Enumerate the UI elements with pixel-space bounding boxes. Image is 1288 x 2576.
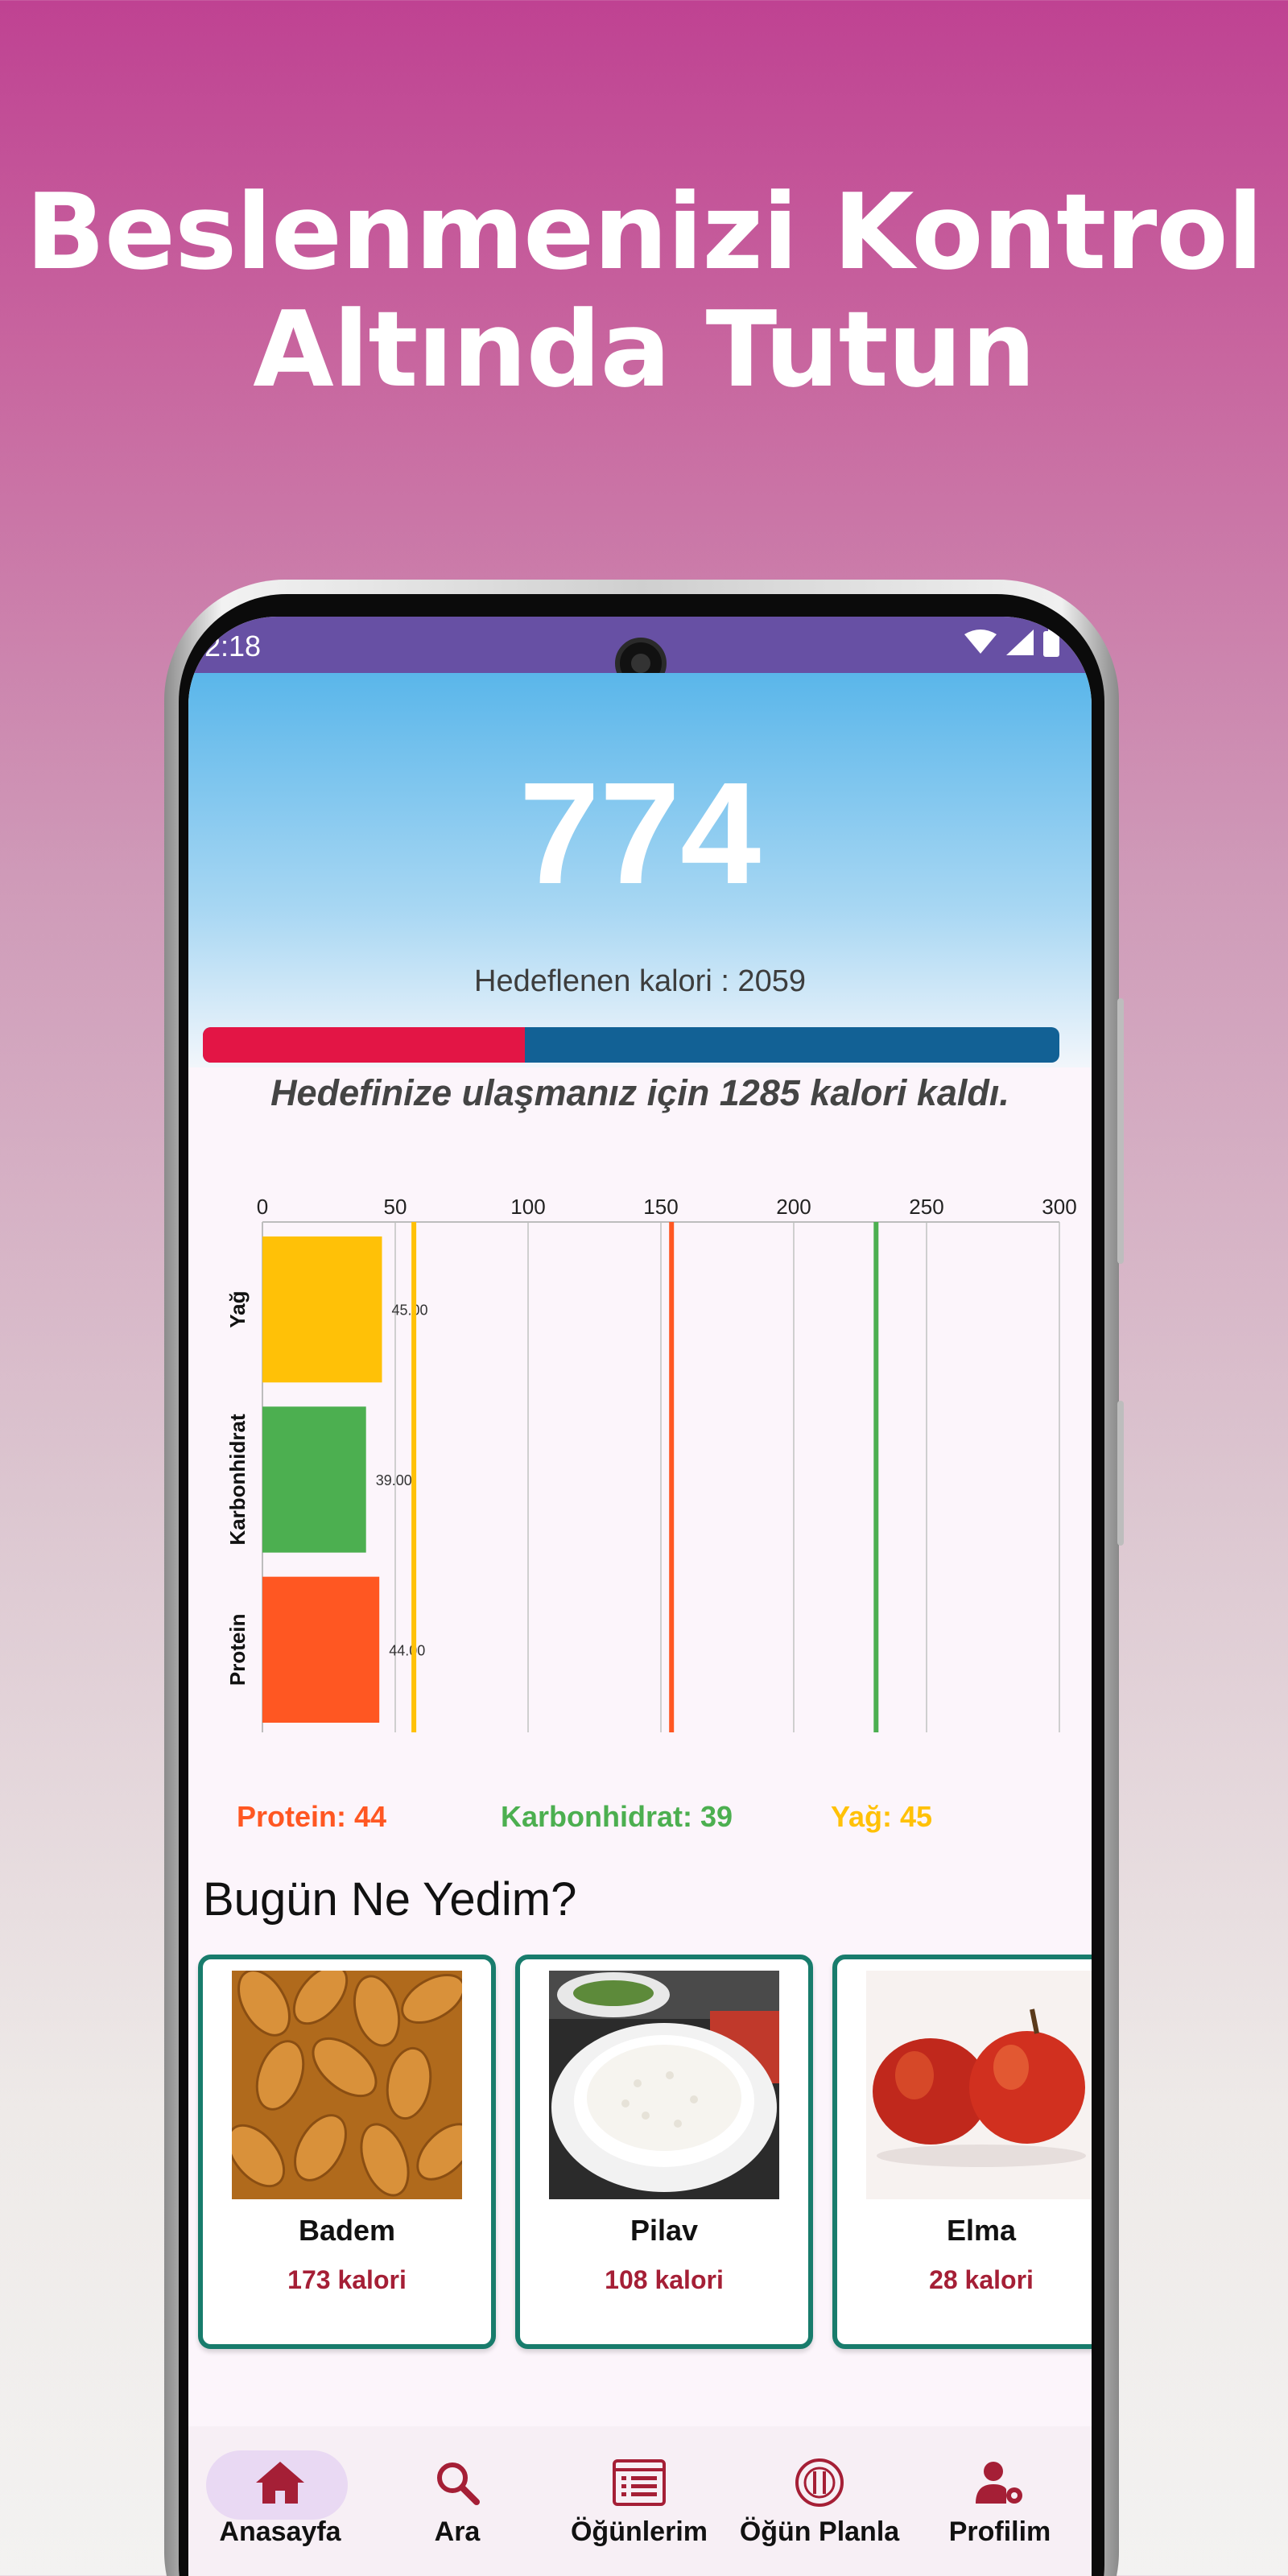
chart-value-label: 45.00: [392, 1302, 428, 1319]
target-calories-label: Hedeflenen kalori : 2059: [474, 964, 806, 998]
food-name: Elma: [946, 2214, 1017, 2247]
status-time: 2:18: [204, 630, 262, 663]
home-icon: [256, 2462, 304, 2504]
chart-bar: [262, 1406, 366, 1553]
list-icon: [613, 2459, 666, 2506]
promo-headline: Beslenmenizi Kontrol Altında Tutun: [0, 173, 1288, 408]
legend-protein: Protein: 44: [237, 1800, 387, 1833]
food-calories: 173 kalori: [287, 2265, 407, 2294]
chart-x-tick-label: 50: [384, 1195, 407, 1219]
food-name: Pilav: [630, 2214, 699, 2247]
food-name: Badem: [298, 2214, 396, 2247]
rice-bowl-photo: [549, 1971, 779, 2199]
apples-photo: [866, 1971, 1092, 2199]
nav-label: Ara: [434, 2516, 481, 2547]
food-card-carousel[interactable]: Badem 173 kalori Pilav 108 kalori Elma 2…: [198, 1955, 1092, 2357]
bottom-navigation: Anasayfa Ara Öğünlerim Öğün Planla Profi…: [188, 2426, 1092, 2576]
chart-x-tick-label: 0: [257, 1195, 268, 1219]
food-card-elma[interactable]: Elma 28 kalori: [832, 1955, 1092, 2349]
calorie-progress-bar: [203, 1027, 1059, 1063]
nav-plan-meal[interactable]: Öğün Planla: [739, 2450, 900, 2548]
chart-bar: [262, 1576, 380, 1723]
phone-power-button: [1117, 1401, 1124, 1546]
search-icon: [437, 2462, 480, 2505]
nav-label: Profilim: [948, 2516, 1051, 2547]
cutlery-plate-icon: [795, 2458, 844, 2507]
chart-x-tick-label: 300: [1042, 1195, 1076, 1219]
today-meals-title: Bugün Ne Yedim?: [203, 1873, 577, 1926]
nav-search[interactable]: Ara: [377, 2450, 538, 2548]
chart-x-tick-label: 200: [776, 1195, 811, 1219]
macro-legend: Protein: 44 Karbonhidrat: 39 Yağ: 45: [237, 1800, 1042, 1848]
nav-profile[interactable]: Profilim: [919, 2450, 1080, 2548]
nav-label: Anasayfa: [219, 2516, 341, 2547]
legend-carbohydrate: Karbonhidrat: 39: [501, 1800, 733, 1833]
chart-category-label: Yağ: [225, 1291, 250, 1328]
chart-x-tick-label: 150: [643, 1195, 678, 1219]
food-card-pilav[interactable]: Pilav 108 kalori: [515, 1955, 813, 2349]
macro-chart: 0 50 100 150 200 250 300 45.00 Yağ 39.00 Karbonhid…: [188, 1180, 1092, 1744]
chart-x-tick-label: 250: [909, 1195, 943, 1219]
consumed-calories: 774: [518, 753, 762, 914]
nav-label: Öğünlerim: [570, 2516, 708, 2547]
battery-icon: [1043, 628, 1059, 657]
headline-line-2: Altında Tutun: [253, 288, 1036, 411]
chart-category-label: Protein: [225, 1614, 250, 1686]
nav-home[interactable]: Anasayfa: [200, 2450, 361, 2548]
chart-value-label: 39.00: [376, 1472, 412, 1488]
nav-my-meals[interactable]: Öğünlerim: [559, 2450, 720, 2548]
food-calories: 108 kalori: [605, 2265, 724, 2294]
user-settings-icon: [976, 2462, 1022, 2504]
remaining-calories-message: Hedefinize ulaşmanız için 1285 kalori ka…: [270, 1072, 1009, 1113]
app-screen: 2:18 774 Hedeflenen kalori : 2059 Hedefi…: [188, 617, 1092, 2576]
calorie-progress-fill: [203, 1027, 526, 1063]
legend-fat: Yağ: 45: [831, 1800, 933, 1833]
phone-volume-button: [1117, 998, 1124, 1264]
headline-line-1: Beslenmenizi Kontrol: [25, 171, 1264, 293]
macro-bar-chart: 0 50 100 150 200 250 300 45.00 Yağ 39.00 Karbonhid…: [225, 1195, 1077, 1732]
chart-x-tick-label: 100: [510, 1195, 545, 1219]
calorie-summary: 774 Hedeflenen kalori : 2059: [188, 673, 1092, 1067]
chart-value-label: 44.00: [389, 1642, 425, 1658]
nav-label: Öğün Planla: [739, 2516, 900, 2547]
chart-bar: [262, 1236, 382, 1383]
wifi-icon: [964, 630, 997, 654]
signal-icon: [1006, 630, 1034, 655]
chart-category-label: Karbonhidrat: [225, 1414, 250, 1546]
food-card-badem[interactable]: Badem 173 kalori: [198, 1955, 496, 2349]
food-calories: 28 kalori: [929, 2265, 1034, 2294]
almonds-photo: [232, 1971, 462, 2199]
